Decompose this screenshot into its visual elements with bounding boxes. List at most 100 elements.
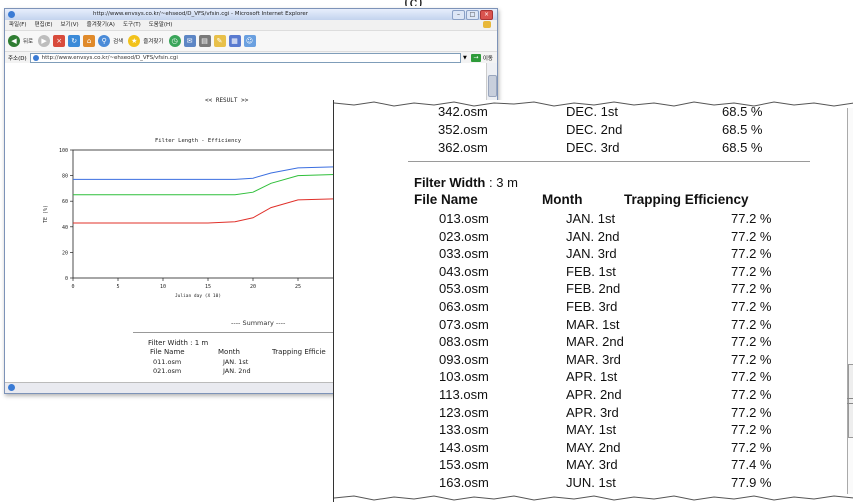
scrollbar-thumb[interactable]	[488, 75, 497, 97]
edit-icon[interactable]: ✎	[213, 35, 226, 47]
home-icon[interactable]: ⌂	[83, 35, 96, 47]
y-tick-label: 40	[62, 225, 68, 231]
file-name-cell: 103.osm	[439, 369, 489, 385]
search-button-label[interactable]: 검색	[113, 37, 123, 45]
efficiency-cell: 77.2 %	[731, 263, 772, 279]
menu-bar: 파일(F) 편집(E) 보기(V) 즐겨찾기(A) 도구(T) 도움말(H)	[5, 20, 497, 31]
zoom-top-te: 68.5 %	[722, 122, 763, 137]
efficiency-cell: 77.2 %	[731, 228, 772, 244]
y-tick-label: 20	[62, 250, 68, 256]
summary-row-month: JAN. 2nd	[223, 367, 251, 375]
y-tick-label: 100	[59, 148, 68, 154]
file-name-cell: 093.osm	[439, 351, 489, 367]
menu-tools[interactable]: 도구(T)	[123, 20, 141, 30]
zoomed-results-panel: 342.osm DEC. 1st 68.5 % 352.osm DEC. 2nd…	[333, 100, 853, 502]
x-tick-label: 25	[295, 284, 301, 290]
efficiency-cell: 77.2 %	[731, 404, 772, 420]
column-header-te: Trapping Efficiency	[624, 192, 749, 207]
month-cell: JUN. 1st	[566, 475, 616, 490]
zoom-top-te: 68.5 %	[722, 104, 763, 119]
mail-icon[interactable]: ✉	[183, 35, 196, 47]
menu-edit[interactable]: 편집(E)	[35, 20, 53, 30]
month-cell: MAR. 2nd	[566, 334, 624, 350]
discuss-icon[interactable]: ▦	[228, 35, 241, 47]
file-name-cell: 143.osm	[439, 439, 489, 455]
month-cell: APR. 2nd	[566, 387, 622, 402]
menu-help[interactable]: 도움말(H)	[149, 20, 173, 30]
address-input[interactable]: http://www.envsys.co.kr/~ehseod/D_VFS/vf…	[29, 52, 461, 63]
file-name-cell: 013.osm	[439, 211, 489, 226]
back-arrow-icon[interactable]: ◀	[8, 35, 20, 47]
summary-col-te: Trapping Efficie	[272, 348, 326, 356]
efficiency-cell: 77.2 %	[731, 439, 772, 455]
zoom-top-month: DEC. 2nd	[566, 122, 623, 137]
y-axis-label: TE (%)	[43, 205, 49, 223]
month-cell: MAY. 2nd	[566, 439, 621, 455]
menu-file[interactable]: 파일(F)	[9, 20, 27, 30]
x-tick-label: 15	[205, 284, 211, 290]
menu-view[interactable]: 보기(V)	[60, 20, 78, 30]
x-tick-label: 5	[116, 284, 119, 290]
go-arrow-icon[interactable]: →	[470, 53, 481, 62]
month-cell: APR. 1st	[566, 369, 618, 385]
y-tick-label: 60	[62, 199, 68, 205]
file-name-cell: 053.osm	[439, 281, 489, 297]
messenger-icon[interactable]: ☺	[243, 35, 256, 47]
efficiency-cell: 77.2 %	[731, 246, 772, 262]
efficiency-cell: 77.2 %	[731, 211, 772, 226]
print-icon[interactable]: ▤	[198, 35, 211, 47]
zoom-top-month: DEC. 3rd	[566, 140, 620, 155]
back-button-label[interactable]: 뒤로	[23, 37, 33, 45]
maximize-button[interactable]: □	[466, 10, 479, 20]
history-icon[interactable]: ◷	[168, 35, 181, 47]
browser-toolbar: ◀ 뒤로 ▶ × ↻ ⌂ ⚲ 검색 ★ 즐겨찾기 ◷ ✉ ▤ ✎ ▦ ☺	[5, 31, 497, 52]
torn-edge-bottom	[334, 495, 853, 501]
month-cell: APR. 3rd	[566, 404, 619, 420]
column-header-file: File Name	[414, 192, 478, 207]
file-name-cell: 153.osm	[439, 457, 489, 473]
result-title: << RESULT >>	[205, 97, 249, 104]
stop-icon[interactable]: ×	[53, 35, 66, 47]
summary-row-file: 021.osm	[153, 367, 182, 375]
minimize-button[interactable]: –	[452, 10, 465, 20]
summary-filter-width: Filter Width : 1 m	[148, 339, 209, 347]
efficiency-cell: 77.9 %	[731, 475, 772, 490]
efficiency-cell: 77.2 %	[731, 281, 772, 297]
x-axis-label: Julian day (X 10)	[175, 293, 221, 299]
file-name-cell: 063.osm	[439, 299, 489, 314]
scroll-grip-icon	[847, 398, 853, 404]
chart-title: Filter Length - Efficiency	[155, 138, 242, 144]
month-cell: MAY. 1st	[566, 422, 617, 438]
file-name-cell: 123.osm	[439, 404, 489, 420]
favorites-button-label[interactable]: 즐겨찾기	[143, 37, 163, 45]
favorites-star-icon[interactable]: ★	[128, 35, 141, 47]
month-cell: MAR. 3rd	[566, 351, 621, 367]
month-cell: FEB. 2nd	[566, 281, 621, 297]
caption-fragment: (c)	[404, 0, 458, 6]
forward-arrow-icon[interactable]: ▶	[38, 35, 51, 47]
month-cell: JAN. 2nd	[566, 228, 620, 244]
month-cell: JAN. 1st	[566, 211, 616, 226]
close-button[interactable]: ×	[480, 10, 493, 20]
zoom-top-file: 352.osm	[438, 122, 488, 137]
window-titlebar[interactable]: http://www.envsys.co.kr/~ehseod/D_VFS/vf…	[5, 9, 497, 20]
file-name-cell: 083.osm	[439, 334, 489, 350]
address-dropdown-icon[interactable]: ▼	[461, 54, 469, 62]
file-name-cell: 113.osm	[439, 387, 488, 402]
go-button-label[interactable]: 이동	[483, 54, 493, 62]
summary-row-month: JAN. 1st	[223, 358, 249, 366]
efficiency-cell: 77.2 %	[731, 316, 772, 332]
summary-header: ---- Summary ----	[231, 319, 286, 327]
zoom-scrollbar[interactable]	[847, 108, 853, 494]
address-label: 주소(D)	[8, 55, 27, 62]
summary-col-file: File Name	[150, 348, 185, 356]
menu-favorites[interactable]: 즐겨찾기(A)	[87, 20, 115, 30]
window-title: http://www.envsys.co.kr/~ehseod/D_VFS/vf…	[93, 11, 308, 17]
efficiency-cell: 77.4 %	[731, 457, 772, 473]
search-icon[interactable]: ⚲	[98, 35, 111, 47]
file-name-cell: 043.osm	[439, 263, 489, 279]
status-page-icon	[8, 384, 15, 391]
month-cell: FEB. 1st	[566, 263, 616, 279]
refresh-icon[interactable]: ↻	[68, 35, 81, 47]
zoom-top-month: DEC. 1st	[566, 104, 619, 119]
